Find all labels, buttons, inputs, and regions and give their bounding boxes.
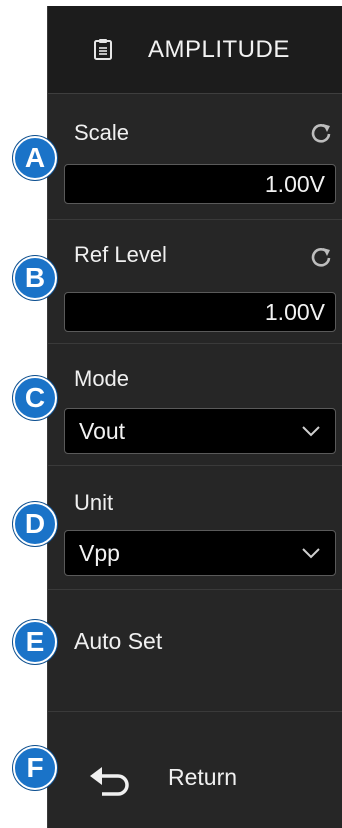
menu-header: AMPLITUDE [48,6,342,94]
auto-set-button[interactable]: Auto Set [48,590,342,712]
scale-section: Scale 1.00V [48,94,342,220]
callout-badge-f: F [13,746,57,790]
scale-value-field[interactable]: 1.00V [64,164,336,204]
mode-label: Mode [74,366,130,391]
scale-reset-icon[interactable] [310,122,332,144]
callout-badge-d: D [13,502,57,546]
amplitude-menu-panel: AMPLITUDE Scale 1.00V Ref Level 1.00V Mo… [47,6,342,828]
mode-selected-value: Vout [79,418,126,444]
mode-select[interactable]: Vout [64,408,336,454]
scale-label: Scale [74,120,130,145]
ref-level-reset-icon[interactable] [310,246,332,268]
unit-label: Unit [74,490,114,515]
callout-badge-e: E [13,620,57,664]
return-arrow-icon [90,767,129,796]
ref-level-value-field[interactable]: 1.00V [64,292,336,332]
menu-title: AMPLITUDE [148,36,290,63]
auto-set-label: Auto Set [74,628,163,654]
mode-section: Mode Vout [48,344,342,466]
clipboard-icon [94,39,112,60]
return-label: Return [168,764,238,790]
callout-badge-c: C [13,376,57,420]
chevron-down-icon [302,548,320,559]
unit-selected-value: Vpp [79,540,120,566]
chevron-down-icon [302,426,320,437]
callout-badge-b: B [13,256,57,300]
unit-section: Unit Vpp [48,466,342,590]
unit-select[interactable]: Vpp [64,530,336,576]
ref-level-section: Ref Level 1.00V [48,220,342,344]
callout-badge-a: A [13,136,57,180]
ref-level-label: Ref Level [74,242,167,267]
